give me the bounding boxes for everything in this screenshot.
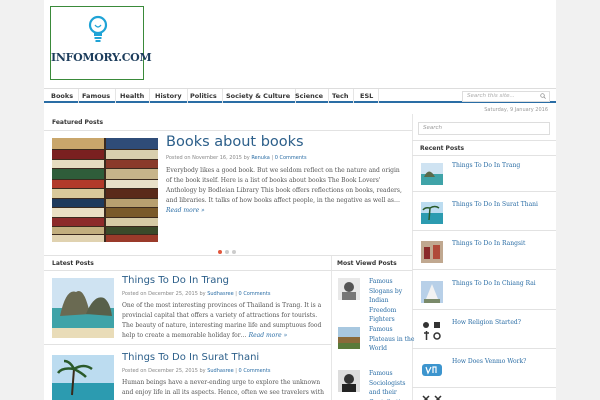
nav-item-books[interactable]: Books: [46, 89, 80, 103]
palm-photo: [421, 202, 443, 224]
plateau-photo: [338, 327, 360, 349]
nav-item-science[interactable]: Science: [290, 89, 330, 103]
recent-post-link[interactable]: Things To Do In Trang: [452, 162, 520, 169]
recent-post-link[interactable]: Things To Do In Rangsit: [452, 240, 525, 247]
most-viewed-item[interactable]: Famous Sociologists and their Contributi…: [337, 369, 411, 400]
slider-dot[interactable]: [232, 250, 236, 254]
read-more-link[interactable]: Read more »: [249, 332, 288, 339]
sidebar-divider: [412, 114, 413, 400]
lightbulb-icon: [88, 15, 108, 42]
recent-post-thumbnail[interactable]: [421, 320, 443, 342]
featured-post-image[interactable]: [52, 138, 158, 242]
island-photo: [421, 163, 443, 185]
nav-search-input[interactable]: Search this site...: [462, 91, 550, 102]
most-viewed-item[interactable]: Famous Slogans by Indian Freedom Fighter…: [369, 277, 417, 325]
divider: [412, 191, 556, 192]
portrait-photo: [338, 278, 360, 300]
divider: [412, 309, 556, 310]
recent-posts-title: Recent Posts: [420, 145, 465, 152]
featured-section-title: Featured Posts: [52, 119, 104, 126]
recent-post-link[interactable]: How Does Venmo Work?: [452, 358, 526, 365]
recent-post-thumbnail[interactable]: [421, 394, 443, 400]
venmo-logo-image: [421, 359, 443, 381]
latest-section-title: Latest Posts: [52, 260, 94, 267]
author-link[interactable]: Renuka: [251, 155, 270, 161]
nav-item-famous[interactable]: Famous: [77, 89, 117, 103]
excerpt-text: Human beings have a never-ending urge to…: [122, 379, 325, 396]
recent-post-thumbnail[interactable]: [421, 359, 443, 381]
recent-post-thumbnail[interactable]: [421, 202, 443, 224]
nav-search-placeholder: Search this site...: [467, 93, 515, 99]
divider: [412, 140, 556, 141]
site-logo[interactable]: INFOMORY.COM: [50, 6, 152, 80]
recent-post-thumbnail[interactable]: [421, 163, 443, 185]
recent-post-thumbnail[interactable]: [421, 281, 443, 303]
divider: [44, 270, 412, 271]
featured-post-excerpt: Everybody likes a good book. But we seld…: [166, 166, 404, 216]
recent-post-link[interactable]: Things To Do In Surat Thani: [452, 201, 538, 208]
page-wrapper: INFOMORY.COM Books Famous Health History…: [44, 0, 556, 400]
nav-item-history[interactable]: History: [150, 89, 188, 103]
divider: [412, 348, 556, 349]
nav-item-health[interactable]: Health: [115, 89, 151, 103]
most-viewed-thumbnail[interactable]: [338, 278, 360, 300]
divider: [44, 130, 412, 131]
meta-prefix: Posted on December 25, 2015 by: [122, 368, 206, 374]
most-viewed-thumbnail[interactable]: [338, 327, 360, 349]
author-link[interactable]: Sudhasree: [207, 368, 233, 374]
books-stack-image: [52, 138, 158, 242]
author-link[interactable]: Sudhasree: [207, 291, 233, 297]
palm-beach-photo: [52, 355, 114, 400]
nav-item-esl[interactable]: ESL: [355, 89, 380, 103]
post-excerpt: One of the most interesting provinces of…: [122, 301, 326, 341]
excerpt-text: Everybody likes a good book. But we seld…: [166, 167, 402, 204]
post-meta: Posted on December 25, 2015 by Sudhasree…: [122, 368, 271, 374]
meta-prefix: Posted on November 16, 2015 by: [166, 155, 250, 161]
current-date: Saturday, 9 January 2016: [484, 107, 548, 113]
divider: [412, 387, 556, 388]
recent-post-link[interactable]: How Religion Started?: [452, 319, 521, 326]
most-viewed-label: Famous Sociologists and their Contributi…: [369, 370, 411, 400]
main-nav: Books Famous Health History Politics Soc…: [44, 88, 556, 103]
nav-item-politics[interactable]: Politics: [185, 89, 223, 103]
search-icon[interactable]: [540, 93, 546, 99]
post-title[interactable]: Things To Do In Trang: [122, 275, 229, 286]
divider: [412, 230, 556, 231]
read-more-link[interactable]: Read more »: [166, 207, 205, 214]
recent-post-link[interactable]: Things To Do In Chiang Rai: [452, 280, 536, 287]
divider: [44, 255, 412, 256]
post-meta: Posted on December 25, 2015 by Sudhasree…: [122, 291, 271, 297]
divider: [412, 269, 556, 270]
divider: [412, 155, 556, 156]
pattern-thumbnail: [421, 394, 443, 400]
most-viewed-item[interactable]: Famous Plateaus in the World: [369, 325, 417, 354]
nav-item-society-culture[interactable]: Society & Culture: [221, 89, 297, 103]
featured-post-title[interactable]: Books about books: [166, 134, 304, 150]
meta-prefix: Posted on December 25, 2015 by: [122, 291, 206, 297]
sidebar-search-input[interactable]: Search: [418, 122, 550, 135]
divider: [44, 344, 331, 345]
post-title[interactable]: Things To Do In Surat Thani: [122, 352, 259, 363]
religion-symbols-image: [421, 320, 443, 342]
featured-post-meta: Posted on November 16, 2015 by Renuka | …: [166, 155, 307, 161]
temple-photo: [421, 281, 443, 303]
comments-link[interactable]: 0 Comments: [239, 291, 271, 297]
city-photo: [421, 241, 443, 263]
excerpt-text: One of the most interesting provinces of…: [122, 302, 322, 339]
comments-link[interactable]: 0 Comments: [239, 368, 271, 374]
post-thumbnail[interactable]: [52, 355, 114, 400]
slider-dot[interactable]: [225, 250, 229, 254]
island-photo: [52, 278, 114, 338]
most-viewed-section-title: Most Viewd Posts: [337, 260, 397, 267]
nav-item-tech[interactable]: Tech: [327, 89, 355, 103]
post-excerpt: Human beings have a never-ending urge to…: [122, 378, 332, 398]
post-thumbnail[interactable]: [52, 278, 114, 338]
logo-text: INFOMORY.COM: [51, 51, 152, 64]
comments-link[interactable]: 0 Comments: [275, 155, 307, 161]
recent-post-thumbnail[interactable]: [421, 241, 443, 263]
slider-dot[interactable]: [218, 250, 222, 254]
